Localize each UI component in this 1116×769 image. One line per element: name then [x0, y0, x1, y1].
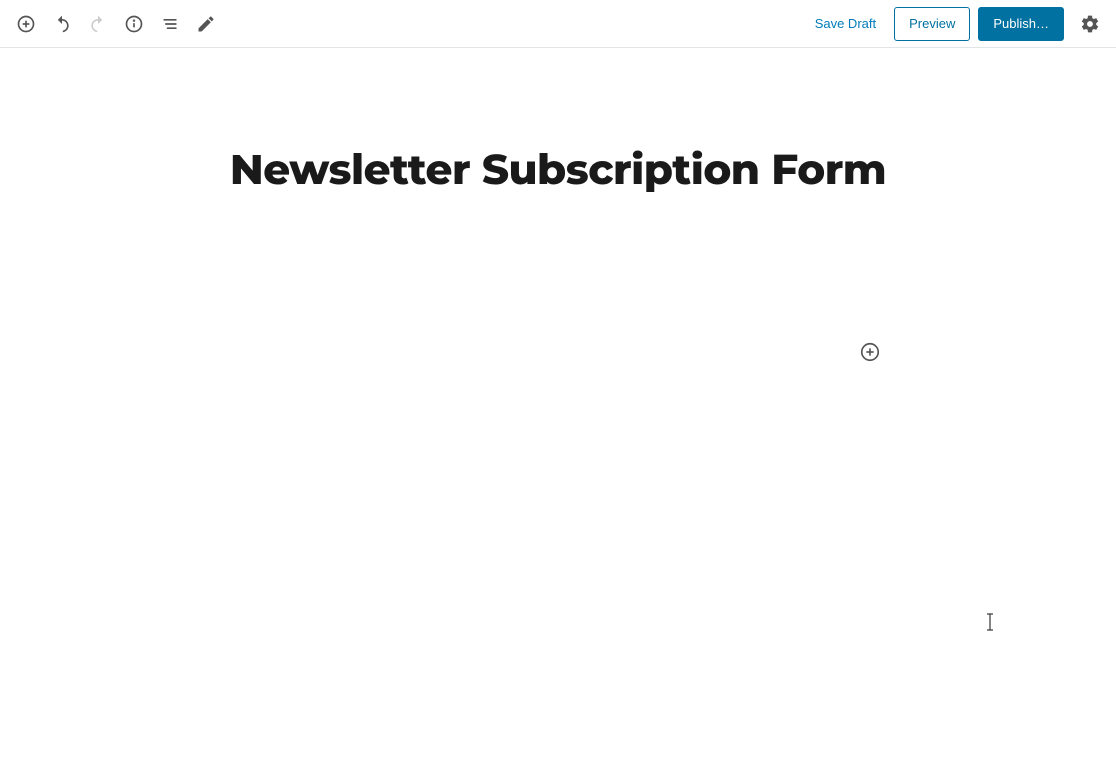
- editor-content[interactable]: Newsletter Subscription Form: [0, 48, 1116, 195]
- toolbar-left-group: [8, 6, 224, 42]
- post-title[interactable]: Newsletter Subscription Form: [230, 143, 886, 195]
- editor-toolbar: Save Draft Preview Publish…: [0, 0, 1116, 48]
- preview-button[interactable]: Preview: [894, 7, 970, 41]
- text-cursor-indicator: [986, 613, 987, 631]
- pencil-icon: [196, 14, 216, 34]
- settings-button[interactable]: [1072, 6, 1108, 42]
- undo-icon: [52, 14, 72, 34]
- list-icon: [160, 14, 180, 34]
- info-icon: [124, 14, 144, 34]
- plus-circle-icon: [16, 14, 36, 34]
- publish-button[interactable]: Publish…: [978, 7, 1064, 41]
- add-block-button[interactable]: [8, 6, 44, 42]
- add-block-inline-button[interactable]: [856, 338, 884, 366]
- redo-button[interactable]: [80, 6, 116, 42]
- plus-circle-icon: [859, 341, 881, 363]
- edit-button[interactable]: [188, 6, 224, 42]
- block-navigation-button[interactable]: [152, 6, 188, 42]
- redo-icon: [88, 14, 108, 34]
- gear-icon: [1080, 14, 1100, 34]
- save-draft-button[interactable]: Save Draft: [805, 10, 886, 37]
- toolbar-right-group: Save Draft Preview Publish…: [805, 6, 1108, 42]
- content-info-button[interactable]: [116, 6, 152, 42]
- undo-button[interactable]: [44, 6, 80, 42]
